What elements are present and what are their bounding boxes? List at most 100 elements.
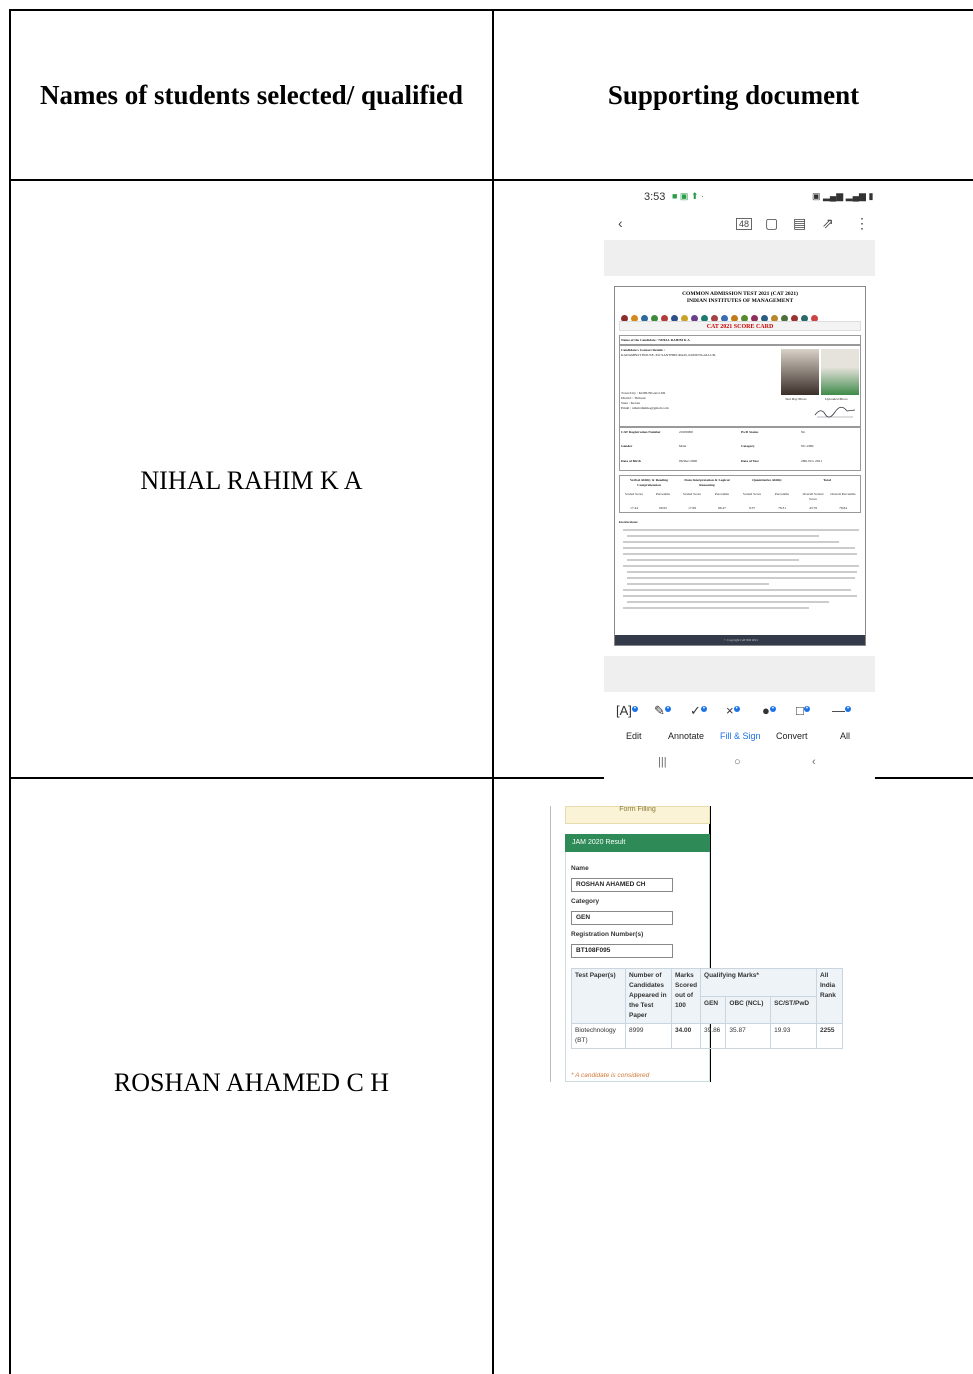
email: Email : nihalrahimka@gmail.com [621,406,669,410]
th-test-paper: Test Paper(s) [571,968,626,1024]
form-filling-tab[interactable]: Form Filling [565,806,710,824]
score-value: 43.79 [809,506,817,510]
cat-scorecard-screenshot: 3:53 ■ ▣ ⬆ · ▣ ▂▄▆ ▂▄▆ ▮ ‹ 48 ▢ ▤ ⇗ ⋮ CO… [604,183,875,779]
page-counter[interactable]: 48 [736,218,753,230]
th-marks: Marks Scored out of 100 [670,968,702,1024]
status-signal-icon: ▣ ▂▄▆ ▂▄▆ ▮ [812,191,874,201]
document-page: Names of students selected/ qualified Su… [0,0,973,1374]
score-value: 69.95 [659,506,667,510]
address: KADAMBOT HOUSE, P.O SANTHIPURAM, KODUNGA… [621,353,717,357]
uploaded-photo-label: Uploaded Photo [825,397,848,401]
score-card-document: COMMON ADMISSION TEST 2021 (CAT 2021) IN… [614,286,866,646]
score-value: 86.47 [718,506,726,510]
table-border-top [9,9,973,11]
recent-apps-icon[interactable]: ||| [658,756,667,768]
nav-back-icon[interactable]: ‹ [812,756,816,768]
rectangle-icon[interactable]: □ • [796,703,810,718]
td-sc: 19.93 [770,1023,817,1049]
text-edit-icon[interactable]: [A] • [616,703,639,718]
th-candidates: Number of Candidates Appeared in the Tes… [625,968,672,1024]
card-title-line-2: INDIAN INSTITUTES OF MANAGEMENT [686,298,794,304]
pen-icon[interactable]: ✎ • [654,703,672,719]
dob-label: Date of Birth [621,459,641,463]
town: Town/City : KODUNGALLUR [621,391,666,395]
dot-icon[interactable]: ● • [762,703,776,718]
registration-label: Registration Number(s) [571,931,644,938]
tool-all[interactable]: All [840,731,850,741]
score-header-qa: Quantitative Ability [752,478,782,482]
reg-value: 21000000 [679,430,693,434]
left-divider [550,806,551,1082]
td-rank: 2255 [816,1023,843,1049]
status-app-icon: ■ ▣ ⬆ · [672,191,704,201]
th-qualifying: Qualifying Marks* [700,968,817,997]
share-icon[interactable]: ⇗ [822,215,834,232]
district: District : Thrissur [621,396,646,400]
registration-field: BT108F095 [571,944,673,958]
gender-label: Gender [621,444,633,448]
tool-annotate[interactable]: Annotate [668,731,704,741]
name-field: ROSHAN AHAMED CH [571,878,673,892]
header-names: Names of students selected/ qualified [40,80,463,110]
table-border-left [9,9,11,1374]
score-sub: Overall Scaled Score [802,492,824,501]
category-label: Category [741,444,755,448]
td-gen: 39.86 [700,1023,727,1049]
signature-icon [814,406,856,418]
tool-convert[interactable]: Convert [776,731,808,741]
back-arrow-icon[interactable]: ‹ [618,215,623,231]
cross-icon[interactable]: × • [726,703,740,718]
score-sub: Scaled Score [624,492,644,496]
dot-label: Date of Test [741,459,759,463]
category-label: Category [571,898,600,905]
gender-value: Male [679,444,687,448]
dob-value: 06/Dec/2000 [679,459,698,463]
pwd-label: PwD Status [741,430,759,434]
toolbar-band [604,240,875,276]
page-view-icon[interactable]: ▢ [765,215,778,232]
score-sub: Scaled Score [742,492,762,496]
dot-value: 28th Nov 2021 [801,459,822,463]
table-border-header [9,179,973,181]
jam-marks-table: Test Paper(s) Number of Candidates Appea… [571,968,843,1049]
bottom-band [604,656,875,692]
score-value: 78.31 [778,506,786,510]
score-value: 17.99 [688,506,696,510]
checkmark-icon[interactable]: ✓ • [690,703,708,719]
score-sub: Scaled Score [682,492,702,496]
td-obc: 35.87 [725,1023,772,1049]
uploaded-photo [821,349,859,395]
more-options-icon[interactable]: ⋮ [855,215,869,232]
score-header-varc: Verbal Ability & Reading Comprehension [629,478,669,487]
line-icon[interactable]: — • [832,703,852,718]
test-day-photo-label: Test Day Photo [785,397,807,401]
header-supporting-document: Supporting document [607,80,860,110]
table-header-row: Test Paper(s) Number of Candidates Appea… [571,968,843,1024]
score-header-total: Total [823,478,831,482]
score-sub: Percentile [715,492,729,496]
tool-edit[interactable]: Edit [626,731,642,741]
student-name-2: ROSHAN AHAMED C H [113,1068,390,1097]
student-name-1: NIHAL RAHIM K A [140,466,363,495]
score-value: 78.84 [839,506,847,510]
score-card-banner: CAT 2021 SCORE CARD [619,321,861,331]
card-title: COMMON ADMISSION TEST 2021 (CAT 2021) IN… [615,291,865,305]
category-value: NC-OBC [801,444,815,448]
instructions-text-lines [623,529,859,609]
instructions-label: Instructions: [619,520,639,524]
th-gen: GEN [700,995,727,1024]
tool-fill-sign[interactable]: Fill & Sign [720,731,761,741]
test-day-photo [781,349,819,395]
pwd-value: No [801,430,806,434]
card-title-line-1: COMMON ADMISSION TEST 2021 (CAT 2021) [682,291,798,297]
home-icon[interactable]: ○ [734,756,741,768]
td-candidates: 8999 [625,1023,672,1049]
jam-result-header: JAM 2020 Result [565,834,710,852]
reg-label: CAT Registration Number [621,430,661,434]
th-sc: SC/ST/PwD [770,995,817,1024]
td-marks: 34.00 [670,1023,702,1049]
document-view-icon[interactable]: ▤ [793,215,806,232]
iim-logos-strip [621,309,859,322]
score-sub: Overall Percentile [830,492,856,496]
state: State : Kerala [621,401,641,405]
